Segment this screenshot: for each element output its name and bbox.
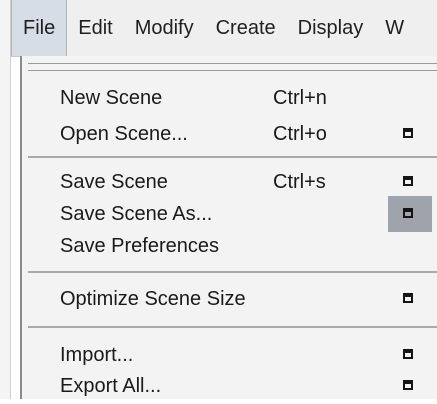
menu-separator [28,271,437,273]
menu-item-new-scene[interactable]: New Scene Ctrl+n [22,80,437,116]
option-box-icon [403,380,413,390]
menu-edit[interactable]: Edit [67,0,123,56]
menu-window-partial[interactable]: W [374,0,415,56]
menu-item-optimize-scene-size[interactable]: Optimize Scene Size [22,281,437,317]
menu-bar: File Edit Modify Create Display W [11,0,437,57]
menu-item-shortcut: Ctrl+s [273,171,326,193]
menu-separator [28,326,437,328]
option-box-icon [403,293,413,303]
menu-item-label: Save Preferences [60,235,219,257]
menu-separator [28,156,437,158]
save-scene-as-options-box[interactable] [388,196,432,232]
menu-item-save-scene[interactable]: Save Scene Ctrl+s [22,164,437,200]
menu-create[interactable]: Create [205,0,287,56]
option-box-icon [403,176,413,186]
option-box-icon [403,349,413,359]
file-menu-dropdown: New Scene Ctrl+n Open Scene... Ctrl+o Sa… [20,56,437,399]
menu-item-save-scene-as[interactable]: Save Scene As... [22,196,437,232]
save-scene-options-box[interactable] [388,164,432,200]
menu-item-open-scene[interactable]: Open Scene... Ctrl+o [22,116,437,152]
menu-item-label: Open Scene... [60,123,188,145]
menu-item-shortcut: Ctrl+n [273,87,327,109]
menu-file[interactable]: File [11,0,68,56]
menu-tearoff-handle[interactable] [28,63,437,71]
menu-item-shortcut: Ctrl+o [273,123,327,145]
menu-item-save-preferences[interactable]: Save Preferences [22,228,437,264]
menu-display[interactable]: Display [287,0,375,56]
menu-item-label: New Scene [60,87,163,109]
option-box-icon [403,128,413,138]
optimize-scene-size-options-box[interactable] [388,281,432,317]
window-left-edge [0,0,11,399]
open-scene-options-box[interactable] [388,116,432,152]
menu-item-label: Save Scene [60,171,168,193]
menu-item-label: Optimize Scene Size [60,288,246,310]
option-box-icon [403,208,413,218]
menu-modify[interactable]: Modify [124,0,205,56]
menu-item-label: Save Scene As... [60,203,213,225]
